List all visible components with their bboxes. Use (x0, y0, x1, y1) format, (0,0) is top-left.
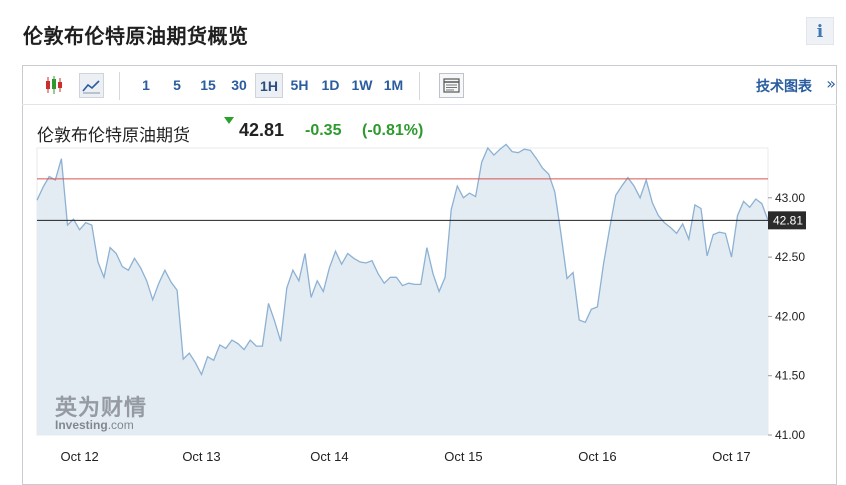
x-tick-label: Oct 16 (578, 449, 616, 464)
x-tick-label: Oct 14 (310, 449, 348, 464)
y-tick-label: 42.00 (775, 309, 805, 323)
x-tick-label: Oct 12 (60, 449, 98, 464)
x-tick-label: Oct 15 (444, 449, 482, 464)
y-tick-label: 41.50 (775, 369, 805, 383)
y-tick-label: 43.00 (775, 191, 805, 205)
y-tick-label: 41.00 (775, 428, 805, 442)
current-price-label: 42.81 (773, 213, 803, 227)
x-tick-label: Oct 17 (712, 449, 750, 464)
y-tick-label: 42.50 (775, 250, 805, 264)
watermark-logo-en: Investing.com (55, 418, 134, 432)
x-tick-label: Oct 13 (182, 449, 220, 464)
